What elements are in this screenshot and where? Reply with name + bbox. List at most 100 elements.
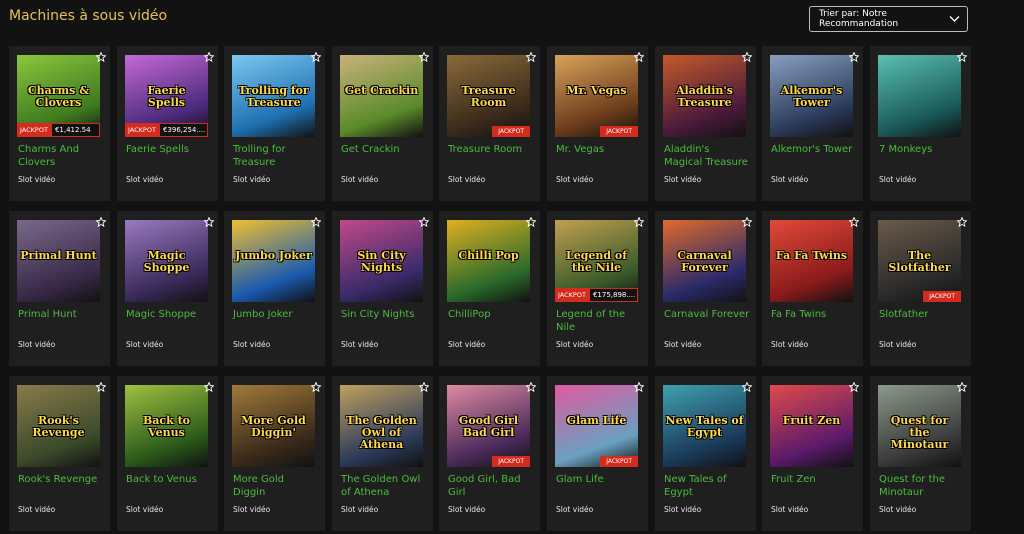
- favorite-star-icon[interactable]: [849, 217, 859, 227]
- sort-dropdown[interactable]: Trier par: Notre Recommandation: [809, 6, 968, 32]
- game-card[interactable]: Charms & Clovers JACKPOT €1,412.54 Charm…: [9, 46, 110, 201]
- game-name-link[interactable]: Get Crackin: [341, 143, 427, 156]
- game-name-link[interactable]: Quest for the Minotaur: [879, 473, 965, 499]
- game-thumbnail[interactable]: More Gold Diggin': [232, 385, 315, 467]
- game-thumbnail[interactable]: Aladdin's Treasure: [663, 55, 746, 137]
- favorite-star-icon[interactable]: [96, 382, 106, 392]
- favorite-star-icon[interactable]: [311, 52, 321, 62]
- game-name-link[interactable]: Aladdin's Magical Treasure: [664, 143, 750, 169]
- game-name-link[interactable]: New Tales of Egypt: [664, 473, 750, 499]
- game-thumbnail[interactable]: Carnaval Forever: [663, 220, 746, 302]
- game-name-link[interactable]: Faerie Spells: [126, 143, 212, 156]
- game-thumbnail[interactable]: Charms & Clovers JACKPOT €1,412.54: [17, 55, 100, 137]
- game-card[interactable]: Back to Venus Back to Venus Slot vidéo: [117, 376, 218, 531]
- game-card[interactable]: Primal Hunt Primal Hunt Slot vidéo: [9, 211, 110, 366]
- favorite-star-icon[interactable]: [311, 217, 321, 227]
- favorite-star-icon[interactable]: [742, 217, 752, 227]
- favorite-star-icon[interactable]: [419, 52, 429, 62]
- favorite-star-icon[interactable]: [526, 382, 536, 392]
- game-card[interactable]: Glam Life JACKPOT Glam Life Slot vidéo: [547, 376, 648, 531]
- game-card[interactable]: Sin City Nights Sin City Nights Slot vid…: [332, 211, 433, 366]
- game-card[interactable]: Chilli Pop ChilliPop Slot vidéo: [439, 211, 540, 366]
- game-thumbnail[interactable]: The Golden Owl of Athena: [340, 385, 423, 467]
- favorite-star-icon[interactable]: [419, 217, 429, 227]
- game-name-link[interactable]: Rook's Revenge: [18, 473, 104, 486]
- favorite-star-icon[interactable]: [957, 52, 967, 62]
- game-card[interactable]: Carnaval Forever Carnaval Forever Slot v…: [655, 211, 756, 366]
- game-name-link[interactable]: Fruit Zen: [771, 473, 857, 486]
- game-thumbnail[interactable]: Rook's Revenge: [17, 385, 100, 467]
- game-card[interactable]: Rook's Revenge Rook's Revenge Slot vidéo: [9, 376, 110, 531]
- game-card[interactable]: Quest for the Minotaur Quest for the Min…: [870, 376, 971, 531]
- game-name-link[interactable]: Sin City Nights: [341, 308, 427, 321]
- favorite-star-icon[interactable]: [204, 217, 214, 227]
- game-thumbnail[interactable]: Faerie Spells JACKPOT €396,254....: [125, 55, 208, 137]
- game-name-link[interactable]: Treasure Room: [448, 143, 534, 156]
- game-thumbnail[interactable]: Treasure Room JACKPOT: [447, 55, 530, 137]
- game-name-link[interactable]: The Golden Owl of Athena: [341, 473, 427, 499]
- game-thumbnail[interactable]: Magic Shoppe: [125, 220, 208, 302]
- favorite-star-icon[interactable]: [96, 217, 106, 227]
- game-name-link[interactable]: Jumbo Joker: [233, 308, 319, 321]
- game-name-link[interactable]: Alkemor's Tower: [771, 143, 857, 156]
- game-card[interactable]: Faerie Spells JACKPOT €396,254.... Faeri…: [117, 46, 218, 201]
- favorite-star-icon[interactable]: [957, 382, 967, 392]
- game-name-link[interactable]: Slotfather: [879, 308, 965, 321]
- favorite-star-icon[interactable]: [634, 217, 644, 227]
- game-thumbnail[interactable]: Mr. Vegas JACKPOT: [555, 55, 638, 137]
- game-thumbnail[interactable]: Chilli Pop: [447, 220, 530, 302]
- game-card[interactable]: Alkemor's Tower Alkemor's Tower Slot vid…: [762, 46, 863, 201]
- favorite-star-icon[interactable]: [742, 52, 752, 62]
- game-thumbnail[interactable]: Fruit Zen: [770, 385, 853, 467]
- game-card[interactable]: Trolling for Treasure Trolling for Treas…: [224, 46, 325, 201]
- game-card[interactable]: Fruit Zen Fruit Zen Slot vidéo: [762, 376, 863, 531]
- game-card[interactable]: Legend of the Nile JACKPOT €175,898.... …: [547, 211, 648, 366]
- game-name-link[interactable]: Glam Life: [556, 473, 642, 486]
- game-card[interactable]: More Gold Diggin' More Gold Diggin Slot …: [224, 376, 325, 531]
- favorite-star-icon[interactable]: [957, 217, 967, 227]
- game-thumbnail[interactable]: Fa Fa Twins: [770, 220, 853, 302]
- game-thumbnail[interactable]: Trolling for Treasure: [232, 55, 315, 137]
- game-name-link[interactable]: Legend of the Nile: [556, 308, 642, 334]
- game-thumbnail[interactable]: Quest for the Minotaur: [878, 385, 961, 467]
- game-name-link[interactable]: Mr. Vegas: [556, 143, 642, 156]
- game-thumbnail[interactable]: Sin City Nights: [340, 220, 423, 302]
- favorite-star-icon[interactable]: [634, 52, 644, 62]
- game-card[interactable]: Good Girl Bad Girl JACKPOT Good Girl, Ba…: [439, 376, 540, 531]
- favorite-star-icon[interactable]: [849, 382, 859, 392]
- game-thumbnail[interactable]: The Slotfather JACKPOT: [878, 220, 961, 302]
- game-thumbnail[interactable]: Get Crackin: [340, 55, 423, 137]
- game-thumbnail[interactable]: Back to Venus: [125, 385, 208, 467]
- game-card[interactable]: Aladdin's Treasure Aladdin's Magical Tre…: [655, 46, 756, 201]
- game-name-link[interactable]: Trolling for Treasure: [233, 143, 319, 169]
- game-name-link[interactable]: Back to Venus: [126, 473, 212, 486]
- game-card[interactable]: Mr. Vegas JACKPOT Mr. Vegas Slot vidéo: [547, 46, 648, 201]
- favorite-star-icon[interactable]: [634, 382, 644, 392]
- favorite-star-icon[interactable]: [419, 382, 429, 392]
- game-card[interactable]: Magic Shoppe Magic Shoppe Slot vidéo: [117, 211, 218, 366]
- game-thumbnail[interactable]: Legend of the Nile JACKPOT €175,898....: [555, 220, 638, 302]
- game-name-link[interactable]: Carnaval Forever: [664, 308, 750, 321]
- game-name-link[interactable]: Fa Fa Twins: [771, 308, 857, 321]
- game-name-link[interactable]: Magic Shoppe: [126, 308, 212, 321]
- game-card[interactable]: The Slotfather JACKPOT Slotfather Slot v…: [870, 211, 971, 366]
- game-thumbnail[interactable]: Good Girl Bad Girl JACKPOT: [447, 385, 530, 467]
- game-card[interactable]: New Tales of Egypt New Tales of Egypt Sl…: [655, 376, 756, 531]
- game-name-link[interactable]: 7 Monkeys: [879, 143, 965, 156]
- game-card[interactable]: Get Crackin Get Crackin Slot vidéo: [332, 46, 433, 201]
- game-thumbnail[interactable]: Alkemor's Tower: [770, 55, 853, 137]
- favorite-star-icon[interactable]: [526, 52, 536, 62]
- game-card[interactable]: The Golden Owl of Athena The Golden Owl …: [332, 376, 433, 531]
- favorite-star-icon[interactable]: [311, 382, 321, 392]
- game-thumbnail[interactable]: Jumbo Joker: [232, 220, 315, 302]
- favorite-star-icon[interactable]: [204, 382, 214, 392]
- game-name-link[interactable]: More Gold Diggin: [233, 473, 319, 499]
- game-name-link[interactable]: ChilliPop: [448, 308, 534, 321]
- game-thumbnail[interactable]: New Tales of Egypt: [663, 385, 746, 467]
- game-name-link[interactable]: Primal Hunt: [18, 308, 104, 321]
- game-thumbnail[interactable]: [878, 55, 961, 137]
- game-thumbnail[interactable]: Glam Life JACKPOT: [555, 385, 638, 467]
- game-name-link[interactable]: Good Girl, Bad Girl: [448, 473, 534, 499]
- favorite-star-icon[interactable]: [96, 52, 106, 62]
- game-name-link[interactable]: Charms And Clovers: [18, 143, 104, 169]
